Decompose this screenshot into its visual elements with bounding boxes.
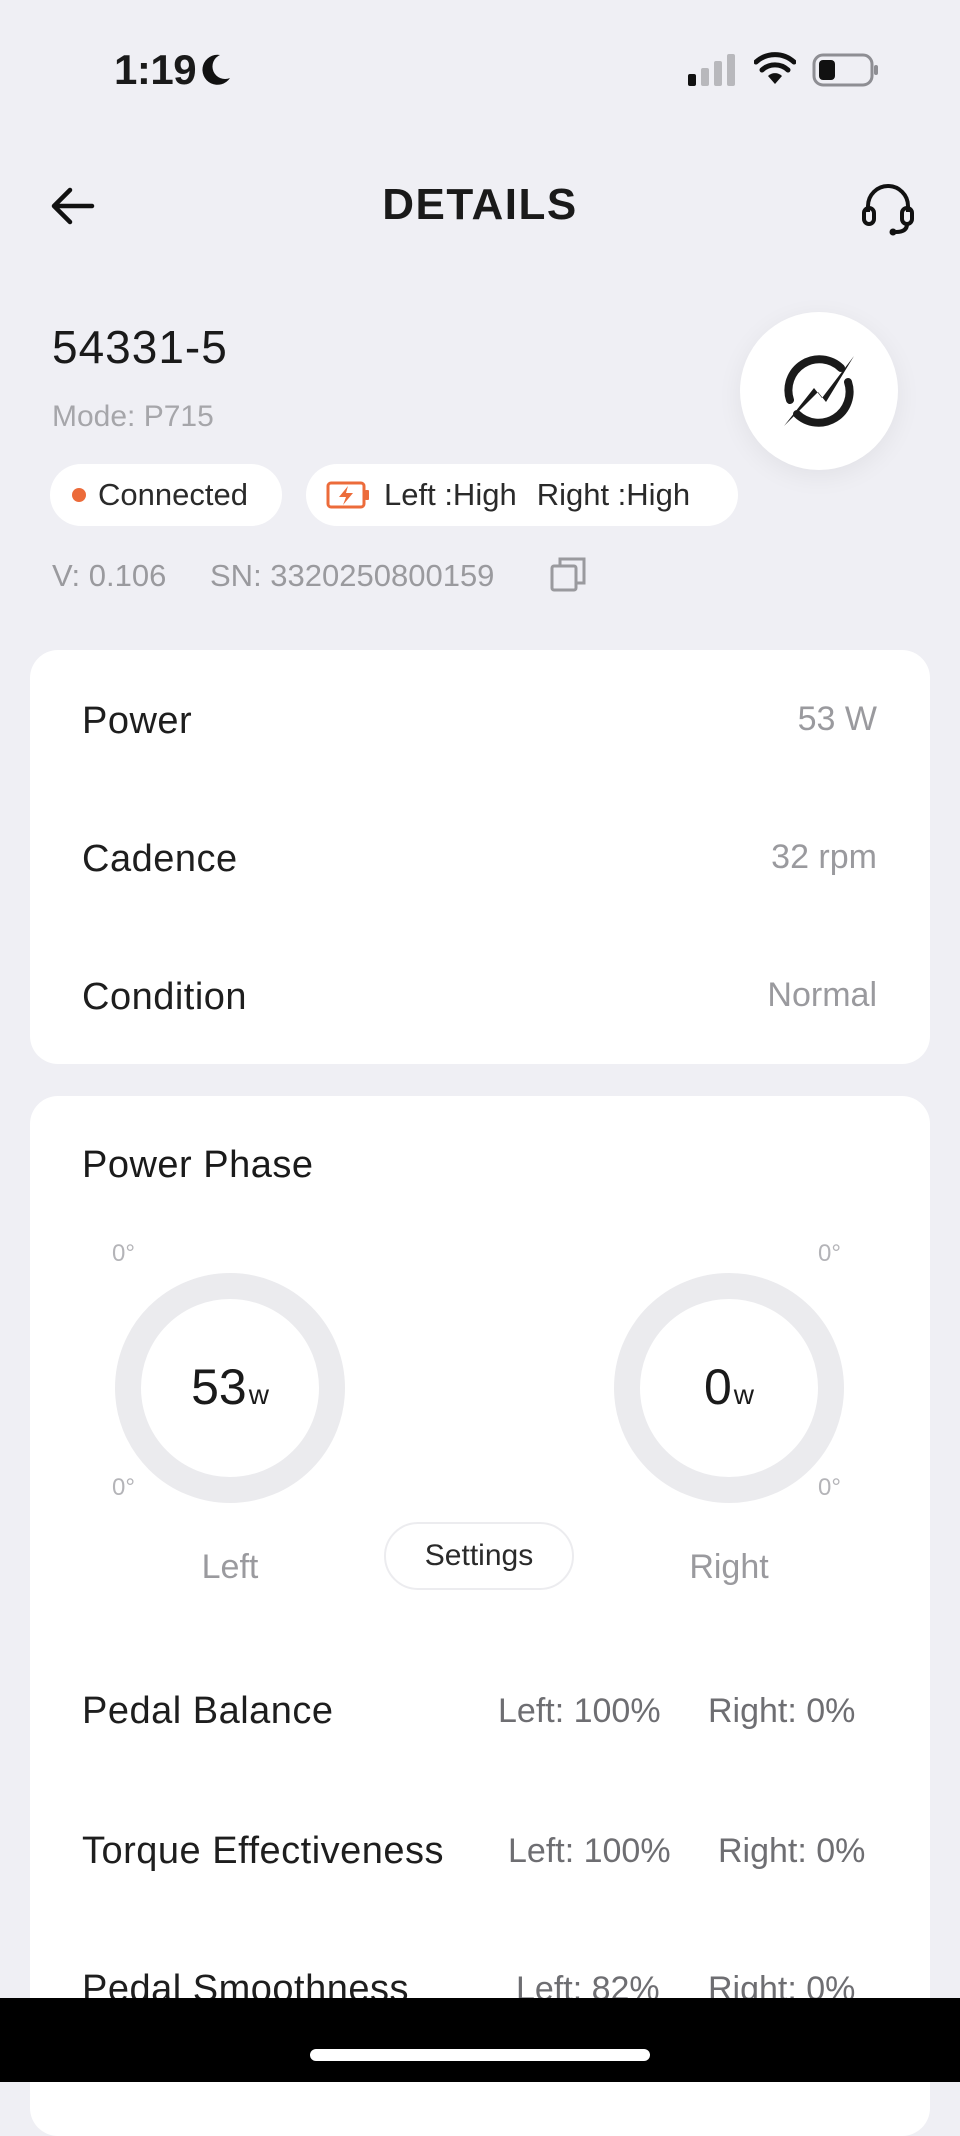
cadence-label: Cadence xyxy=(82,838,238,880)
right-gauge-label: Right xyxy=(689,1548,769,1586)
home-indicator-bar xyxy=(0,1998,960,2082)
torque-effectiveness-right: Right: 0% xyxy=(718,1832,866,1870)
left-top-degree: 0° xyxy=(112,1240,135,1267)
wifi-icon xyxy=(754,52,796,84)
right-power-number: 0 xyxy=(703,1359,732,1415)
connection-status-label: Connected xyxy=(98,477,248,512)
device-name: 54331-5 xyxy=(52,321,228,373)
copy-icon[interactable] xyxy=(548,554,588,594)
torque-effectiveness-label: Torque Effectiveness xyxy=(82,1830,445,1872)
charging-battery-icon xyxy=(326,481,369,509)
left-power-value: 53w xyxy=(114,1358,346,1416)
connected-dot-icon xyxy=(72,488,86,502)
brand-logo xyxy=(740,312,898,470)
connection-status-badge: Connected xyxy=(50,464,282,526)
serial-number: SN: 3320250800159 xyxy=(210,558,495,593)
battery-icon xyxy=(812,53,878,87)
headset-icon[interactable] xyxy=(858,178,918,238)
battery-right-label: Right :High xyxy=(536,477,691,512)
power-value: 53 W xyxy=(797,700,877,738)
power-phase-title: Power Phase xyxy=(82,1144,314,1186)
right-power-unit: w xyxy=(733,1379,755,1410)
firmware-version: V: 0.106 xyxy=(52,558,167,593)
power-label: Power xyxy=(82,700,193,742)
pedal-balance-left: Left: 100% xyxy=(498,1692,661,1730)
moon-icon xyxy=(202,54,230,85)
page-title: DETAILS xyxy=(382,180,578,229)
left-power-number: 53 xyxy=(191,1359,247,1415)
right-top-degree: 0° xyxy=(818,1240,841,1267)
home-indicator[interactable] xyxy=(310,2049,650,2061)
left-gauge-label: Left xyxy=(201,1548,259,1586)
pedal-balance-right: Right: 0% xyxy=(708,1692,856,1730)
battery-status-badge: Left :High Right :High xyxy=(306,464,738,526)
signal-icon xyxy=(688,54,735,86)
torque-effectiveness-left: Left: 100% xyxy=(508,1832,671,1870)
device-mode: Mode: P715 xyxy=(52,400,214,433)
cadence-value: 32 rpm xyxy=(771,838,877,876)
right-power-value: 0w xyxy=(613,1358,845,1416)
left-power-unit: w xyxy=(248,1379,269,1410)
power-bolt-logo-icon xyxy=(784,355,854,427)
pedal-balance-label: Pedal Balance xyxy=(82,1690,334,1732)
status-time: 1:19 xyxy=(114,46,197,93)
settings-button[interactable]: Settings xyxy=(384,1522,574,1590)
condition-value: Normal xyxy=(767,976,877,1014)
condition-label: Condition xyxy=(82,976,248,1018)
battery-left-label: Left :High xyxy=(384,477,517,512)
